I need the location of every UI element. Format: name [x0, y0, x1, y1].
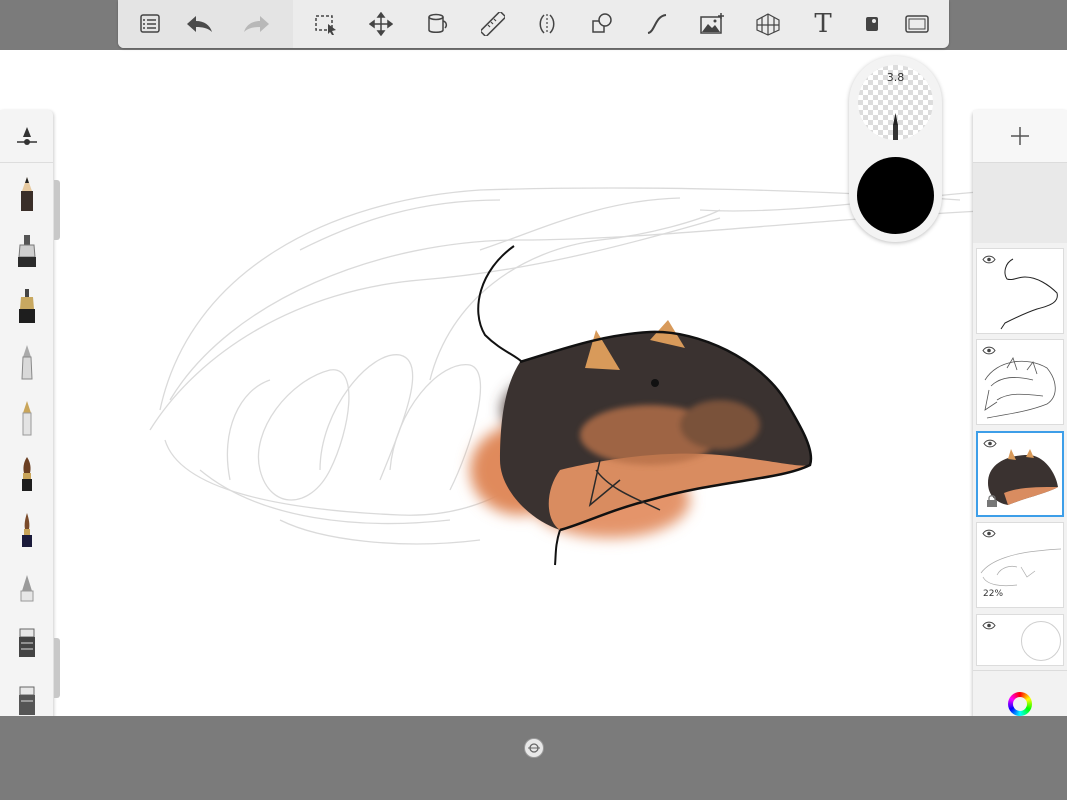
perspective-grid-icon[interactable] [753, 9, 783, 39]
ruler-icon[interactable] [478, 9, 508, 39]
text-icon[interactable]: T [808, 9, 838, 39]
stencil-icon[interactable] [857, 9, 887, 39]
color-wheel-icon [1008, 692, 1032, 716]
ballpoint-pen-brush-icon[interactable] [13, 398, 41, 438]
soft-eraser-brush-icon[interactable] [13, 566, 41, 606]
paintbrush-brush-icon[interactable] [13, 454, 41, 494]
curve-icon[interactable] [642, 9, 672, 39]
brush-palette-scroll-tab[interactable] [54, 180, 60, 240]
layers-panel: 22% [973, 110, 1067, 736]
brush-size-control[interactable]: 3.8 [858, 65, 933, 140]
layer-sketch[interactable] [976, 339, 1064, 425]
technical-pen-brush-icon[interactable] [13, 286, 41, 326]
brush-tip-icon [893, 113, 898, 140]
redo-icon[interactable] [242, 9, 272, 39]
visibility-eye-icon[interactable] [982, 621, 996, 630]
layers-empty-area [973, 163, 1067, 243]
list-icon[interactable] [135, 9, 165, 39]
layer-background[interactable] [976, 614, 1064, 666]
rotate-icon [528, 743, 540, 753]
brush-puck: 3.8 [849, 56, 942, 242]
fill-bucket-icon[interactable] [422, 9, 452, 39]
background-color-swatch[interactable] [1021, 621, 1061, 661]
chisel-marker-brush-icon[interactable] [13, 622, 41, 662]
fine-paintbrush-brush-icon[interactable] [13, 510, 41, 550]
alpha-lock-icon [987, 495, 997, 507]
add-layer-button[interactable] [973, 110, 1067, 163]
color-swatch[interactable] [857, 157, 934, 234]
flat-marker-brush-icon[interactable] [13, 678, 41, 718]
main-toolbar: T [118, 0, 949, 48]
brush-library-icon [16, 127, 37, 145]
fullscreen-icon[interactable] [902, 9, 932, 39]
brush-palette-lower-tab[interactable] [54, 638, 60, 698]
text-icon-glyph: T [814, 9, 832, 39]
canvas-rotate-handle[interactable] [524, 738, 544, 758]
layer-outline[interactable] [976, 248, 1064, 334]
pencil-brush-icon[interactable] [13, 174, 41, 214]
dinosaur-head [500, 320, 813, 532]
undo-icon[interactable] [184, 9, 214, 39]
airbrush-brush-icon[interactable] [13, 342, 41, 382]
brush-library-button[interactable] [0, 110, 53, 163]
brush-palette [0, 110, 53, 736]
symmetry-icon[interactable] [532, 9, 562, 39]
plus-icon [1011, 127, 1029, 145]
layer-opacity-label: 22% [983, 589, 1004, 599]
marker-brush-icon[interactable] [13, 230, 41, 270]
layer-rough-sketch[interactable]: 22% [976, 522, 1064, 608]
transform-icon[interactable] [366, 9, 396, 39]
layer-outline-preview [1000, 258, 1058, 330]
shapes-icon[interactable] [587, 9, 617, 39]
selection-icon[interactable] [311, 9, 341, 39]
layer-sketch-preview [984, 357, 1056, 419]
layer-color[interactable] [976, 431, 1064, 517]
image-add-icon[interactable] [697, 9, 727, 39]
